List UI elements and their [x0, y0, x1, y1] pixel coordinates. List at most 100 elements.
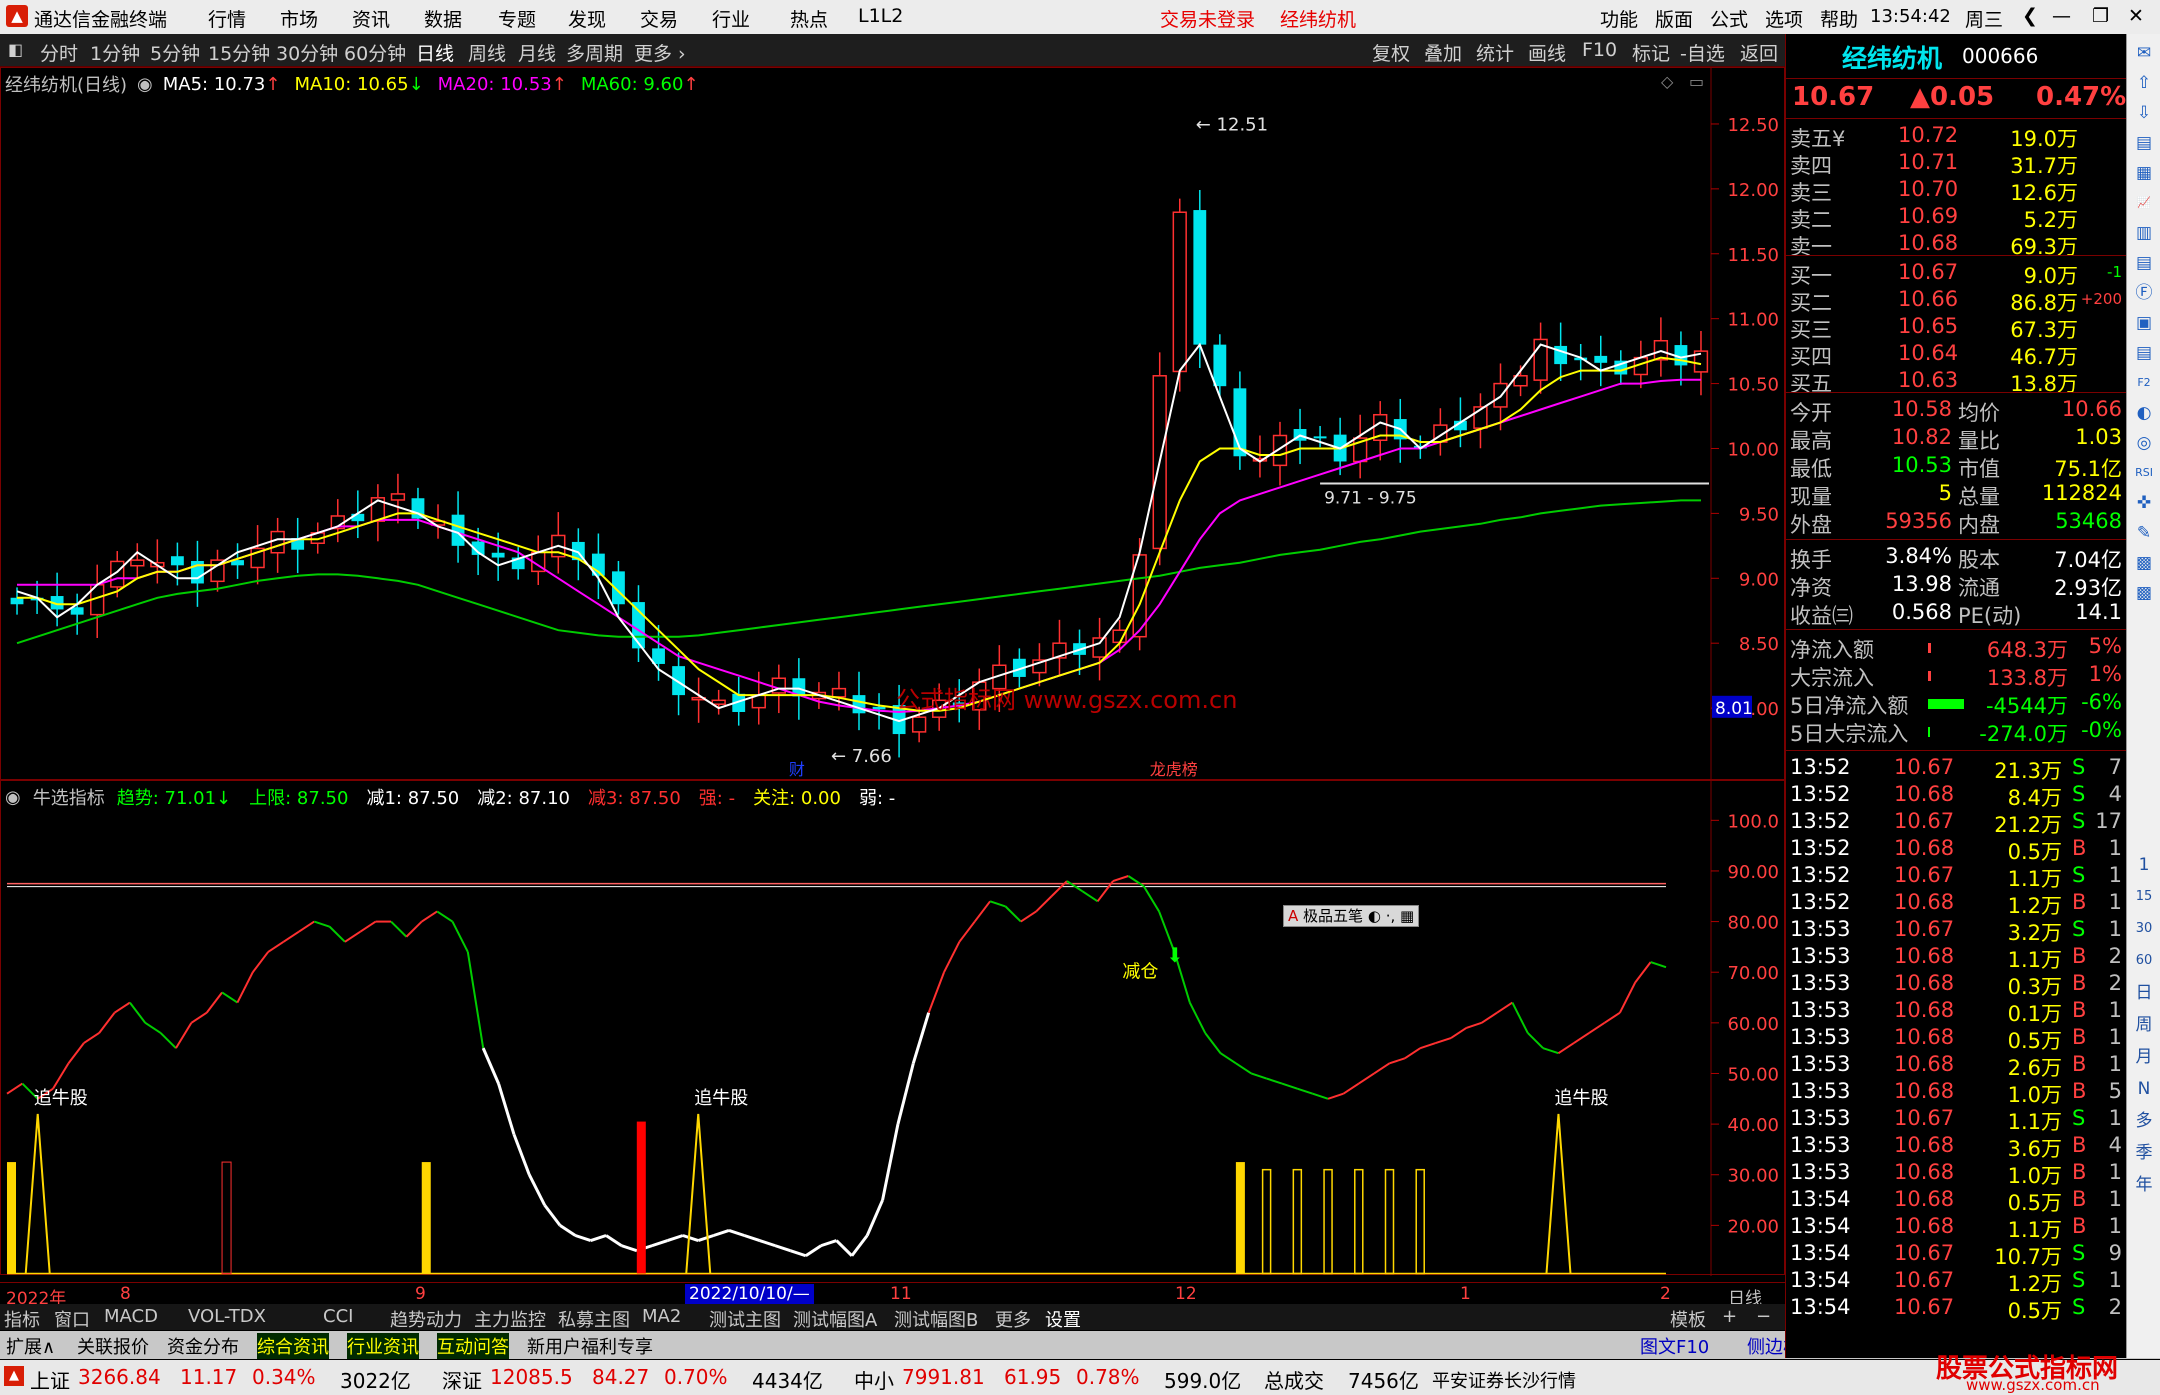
period-tab-1[interactable]: 1分钟 [90, 39, 140, 66]
back-icon[interactable]: ❮ [2022, 5, 2038, 27]
strip-tool-icon-16[interactable]: ✎ [2133, 522, 2155, 544]
strip-tool-icon-2[interactable]: ⇩ [2133, 102, 2155, 124]
right-menu-4[interactable]: 帮助 [1820, 5, 1858, 32]
indicator-pane[interactable]: ◉ 牛选指标 趋势: 71.01↓ 上限: 87.50 减1: 87.50 减2: 8… [0, 780, 1786, 1276]
toolbar-button-7[interactable]: 返回 [1740, 39, 1778, 66]
menu-1[interactable]: 市场 [280, 5, 318, 32]
ext-tab-4[interactable]: 行业资讯 [347, 1333, 419, 1359]
toolbar-button-1[interactable]: 叠加 [1424, 39, 1462, 66]
strip-tool-icon-11[interactable]: F2 [2133, 372, 2155, 394]
indicator-tab-6[interactable]: 主力监控 [474, 1306, 546, 1332]
ext-tab-5[interactable]: 互动问答 [437, 1333, 509, 1359]
strip-tool-icon-17[interactable]: ▩ [2133, 552, 2155, 574]
indicator-tab-7[interactable]: 私募主图 [558, 1306, 630, 1332]
indicator-tab-8[interactable]: MA2 [642, 1306, 681, 1327]
restore-icon[interactable]: ❐ [2092, 5, 2109, 27]
indicator-tab-10[interactable]: 测试幅图A [793, 1306, 877, 1332]
strip-tool-icon-8[interactable]: Ⓕ [2133, 282, 2155, 304]
menu-5[interactable]: 发现 [568, 5, 606, 32]
strip-tool-icon-10[interactable]: ▤ [2133, 342, 2155, 364]
toolbar-button-3[interactable]: 画线 [1528, 39, 1566, 66]
strip-period-9[interactable]: 季 [2133, 1142, 2155, 1164]
right-menu-0[interactable]: 功能 [1600, 5, 1638, 32]
strip-tool-icon-4[interactable]: ▦ [2133, 162, 2155, 184]
period-tab-0[interactable]: 分时 [40, 39, 78, 66]
strip-period-7[interactable]: N [2133, 1078, 2155, 1100]
right-menu-3[interactable]: 选项 [1765, 5, 1803, 32]
toolbar-button-2[interactable]: 统计 [1476, 39, 1514, 66]
indicator-tab-5[interactable]: 趋势动力 [390, 1306, 462, 1332]
menu-8[interactable]: 热点 [790, 5, 828, 32]
strip-tool-icon-18[interactable]: ▩ [2133, 582, 2155, 604]
strip-tool-icon-13[interactable]: ◎ [2133, 432, 2155, 454]
ext-tab-0[interactable]: 扩展∧ [6, 1333, 55, 1359]
broker-name[interactable]: 平安证券长沙行情 [1432, 1367, 1576, 1393]
strip-tool-icon-7[interactable]: ▤ [2133, 252, 2155, 274]
tab-right-1[interactable]: + [1722, 1306, 1737, 1327]
period-tab-5[interactable]: 60分钟 [344, 39, 406, 66]
strip-tool-icon-12[interactable]: ◐ [2133, 402, 2155, 424]
ext-tab-2[interactable]: 资金分布 [167, 1333, 239, 1359]
indicator-tab-12[interactable]: 更多 [995, 1306, 1031, 1332]
close-icon[interactable]: ✕ [2128, 5, 2144, 27]
strip-period-0[interactable]: 1 [2133, 854, 2155, 876]
candlestick-chart[interactable]: 12.50 12.00 11.50 11.00 10.50 10.00 9.50 9.00 8.… [1, 68, 1786, 781]
menu-7[interactable]: 行业 [712, 5, 750, 32]
toolbar-button-5[interactable]: 标记 [1632, 39, 1670, 66]
strip-tool-icon-1[interactable]: ⇧ [2133, 72, 2155, 94]
ime-popup[interactable]: A 极品五笔 ◐ ·, ▦ [1283, 905, 1420, 927]
event-badge-0[interactable]: 财 [789, 760, 805, 779]
toolbar-button-0[interactable]: 复权 [1372, 39, 1410, 66]
menu-6[interactable]: 交易 [640, 5, 678, 32]
menu-9[interactable]: L1L2 [858, 5, 903, 27]
strip-period-5[interactable]: 周 [2133, 1014, 2155, 1036]
indicator-chart[interactable]: 100.0 90.00 80.00 70.00 60.00 50.00 40.00 30.00… [1, 781, 1786, 1276]
collapse-icon[interactable]: ◧ [8, 40, 23, 59]
period-tab-9[interactable]: 多周期 [566, 39, 623, 66]
period-tab-8[interactable]: 月线 [518, 39, 556, 66]
strip-tool-icon-6[interactable]: ▥ [2133, 222, 2155, 244]
indicator-tab-3[interactable]: VOL-TDX [188, 1306, 266, 1327]
strip-period-6[interactable]: 月 [2133, 1046, 2155, 1068]
index-name-2[interactable]: 中小 [854, 1365, 894, 1394]
strip-tool-icon-3[interactable]: ▤ [2133, 132, 2155, 154]
menu-2[interactable]: 资讯 [352, 5, 390, 32]
strip-tool-icon-0[interactable]: ✉ [2133, 42, 2155, 64]
tab-right-2[interactable]: − [1756, 1306, 1771, 1327]
strip-tool-icon-14[interactable]: RSI [2133, 462, 2155, 484]
ext-tab-1[interactable]: 关联报价 [77, 1333, 149, 1359]
period-tab-7[interactable]: 周线 [468, 39, 506, 66]
menu-4[interactable]: 专题 [498, 5, 536, 32]
strip-period-2[interactable]: 30 [2133, 918, 2155, 940]
menu-0[interactable]: 行情 [208, 5, 246, 32]
indicator-tab-4[interactable]: CCI [323, 1306, 353, 1327]
indicator-tab-13[interactable]: 设置 [1045, 1306, 1081, 1332]
indicator-tab-2[interactable]: MACD [104, 1306, 158, 1327]
index-name-0[interactable]: 上证 [30, 1365, 70, 1394]
main-chart-pane[interactable]: 经纬纺机(日线) ◉ MA5: 10.73↑ MA10: 10.65↓ MA20: … [0, 67, 1786, 781]
indicator-tab-11[interactable]: 测试幅图B [894, 1306, 978, 1332]
period-tab-6[interactable]: 日线 [416, 39, 454, 66]
indicator-tab-1[interactable]: 窗口 [54, 1306, 90, 1332]
right-menu-1[interactable]: 版面 [1655, 5, 1693, 32]
ext-right-tab-0[interactable]: 图文F10 [1640, 1333, 1709, 1359]
indicator-tab-0[interactable]: 指标 [4, 1306, 40, 1332]
strip-period-10[interactable]: 年 [2133, 1174, 2155, 1196]
strip-period-3[interactable]: 60 [2133, 950, 2155, 972]
period-tab-2[interactable]: 5分钟 [150, 39, 200, 66]
toolbar-button-4[interactable]: F10 [1582, 39, 1617, 61]
login-status[interactable]: 交易未登录 [1160, 5, 1255, 32]
period-tab-4[interactable]: 30分钟 [276, 39, 338, 66]
minimize-icon[interactable]: — [2052, 5, 2071, 27]
menu-3[interactable]: 数据 [424, 5, 462, 32]
strip-tool-icon-15[interactable]: ✜ [2133, 492, 2155, 514]
ext-tab-6[interactable]: 新用户福利专享 [527, 1333, 653, 1359]
ext-tab-3[interactable]: 综合资讯 [257, 1333, 329, 1359]
toolbar-button-6[interactable]: -自选 [1680, 39, 1725, 66]
strip-tool-icon-9[interactable]: ▣ [2133, 312, 2155, 334]
strip-tool-icon-5[interactable]: 📈 [2133, 192, 2155, 214]
period-tab-3[interactable]: 15分钟 [208, 39, 270, 66]
right-menu-2[interactable]: 公式 [1710, 5, 1748, 32]
indicator-tab-9[interactable]: 测试主图 [709, 1306, 781, 1332]
event-badge-1[interactable]: 龙虎榜 [1150, 760, 1198, 779]
